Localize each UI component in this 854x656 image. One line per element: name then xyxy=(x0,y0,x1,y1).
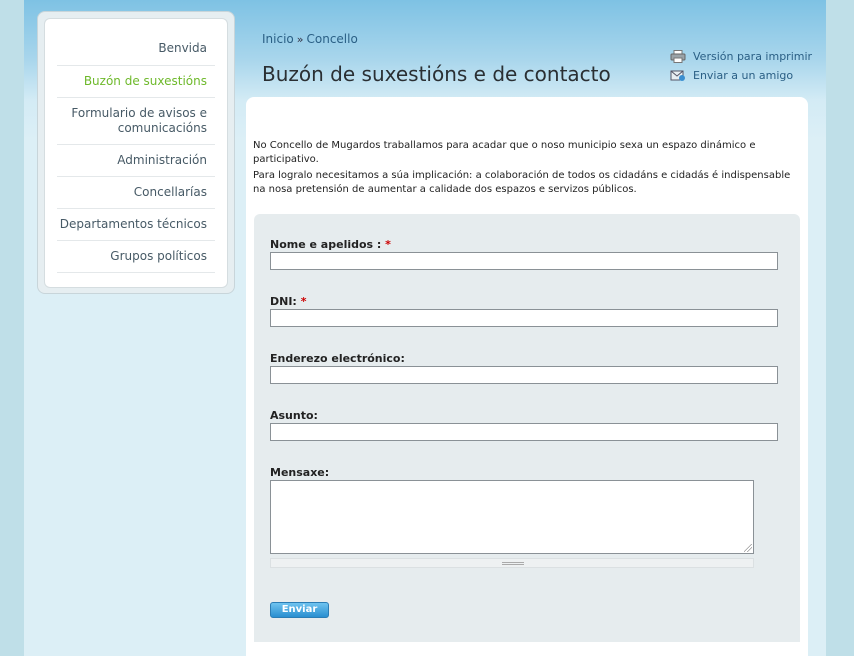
resize-grip-icon[interactable] xyxy=(744,544,752,552)
submit-button[interactable]: Enviar xyxy=(270,602,329,618)
main-content: No Concello de Mugardos traballamos para… xyxy=(246,97,808,656)
sidebar-item-concellarias[interactable]: Concellarías xyxy=(57,177,215,209)
dni-label-text: DNI: xyxy=(270,295,297,308)
intro-paragraph-2: Para logralo necesitamos a súa implicaci… xyxy=(253,170,791,195)
sidebar-item-benvida[interactable]: Benvida xyxy=(57,39,215,66)
name-label-text: Nome e apelidos : xyxy=(270,238,382,251)
sidebar-item-buzon[interactable]: Buzón de suxestións xyxy=(57,66,215,98)
message-textarea[interactable] xyxy=(270,480,754,554)
breadcrumb-current-link[interactable]: Concello xyxy=(307,32,358,46)
required-mark: * xyxy=(385,238,391,251)
page-tools: Versión para imprimir Enviar a un amigo xyxy=(670,47,812,85)
page: Benvida Buzón de suxestións Formulario d… xyxy=(24,0,826,656)
grip-bars-icon xyxy=(502,562,524,565)
email-label: Enviar a un amigo xyxy=(693,69,794,82)
sidebar-menu: Benvida Buzón de suxestións Formulario d… xyxy=(44,18,228,288)
subject-input[interactable] xyxy=(270,423,778,441)
required-mark: * xyxy=(300,295,307,308)
sidebar-item-departamentos[interactable]: Departamentos técnicos xyxy=(57,209,215,241)
name-input[interactable] xyxy=(270,252,778,270)
breadcrumb-home-link[interactable]: Inicio xyxy=(262,32,294,46)
print-link[interactable]: Versión para imprimir xyxy=(670,47,812,66)
printer-icon xyxy=(670,50,686,63)
message-label: Mensaxe: xyxy=(270,466,330,479)
dni-input[interactable] xyxy=(270,309,778,327)
print-label: Versión para imprimir xyxy=(693,50,813,63)
sidebar-item-grupos[interactable]: Grupos políticos xyxy=(57,241,215,273)
textarea-resize-handle[interactable] xyxy=(270,558,754,568)
sidebar: Benvida Buzón de suxestións Formulario d… xyxy=(37,11,235,294)
subject-label: Asunto: xyxy=(270,409,318,422)
sidebar-item-formulario[interactable]: Formulario de avisos e comunicacións xyxy=(57,98,215,145)
email-icon xyxy=(670,69,686,82)
breadcrumb: Inicio» Concello xyxy=(262,32,358,46)
contact-form: Nome e apelidos : * DNI: * Enderezo elec… xyxy=(254,214,800,642)
email-link[interactable]: Enviar a un amigo xyxy=(670,66,812,85)
name-label: Nome e apelidos : * xyxy=(270,238,391,251)
intro-paragraph-1: No Concello de Mugardos traballamos para… xyxy=(253,140,756,165)
email-input[interactable] xyxy=(270,366,778,384)
sidebar-item-administracion[interactable]: Administración xyxy=(57,145,215,177)
dni-label: DNI: * xyxy=(270,295,306,308)
email-field-label: Enderezo electrónico: xyxy=(270,352,405,365)
page-title: Buzón de suxestións e de contacto xyxy=(262,62,611,86)
breadcrumb-separator: » xyxy=(296,33,304,46)
